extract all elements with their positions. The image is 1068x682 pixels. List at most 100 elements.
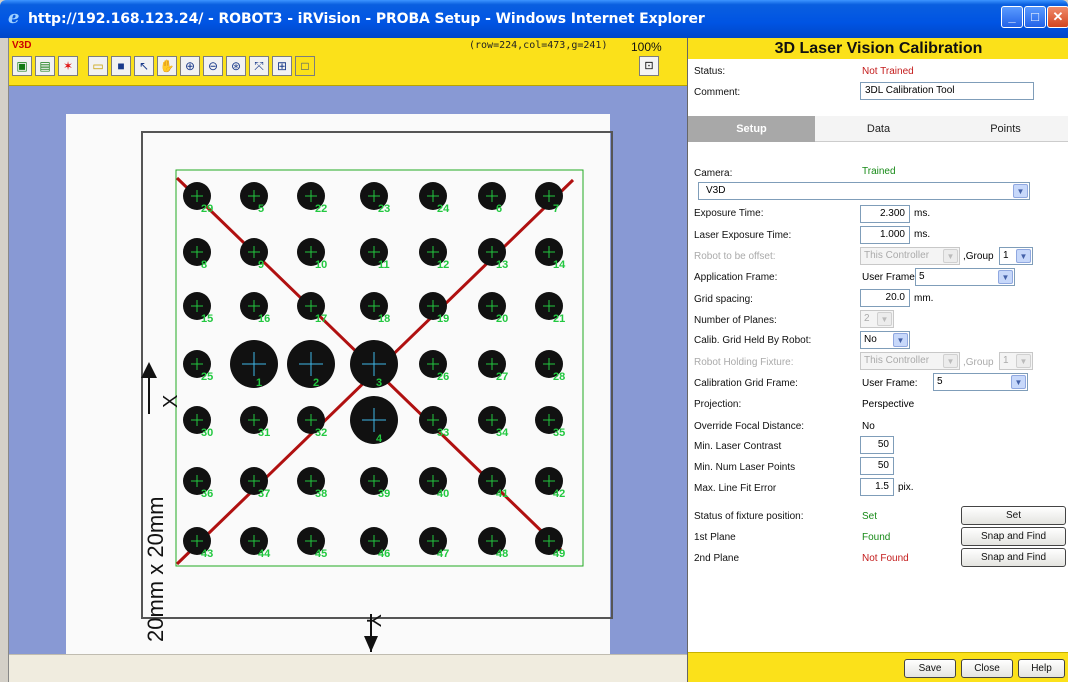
close-window-button[interactable]: ✕ — [1047, 6, 1068, 28]
image-canvas[interactable]: 29 5 22 23 24 6 7 8 9 10 11 12 13 14 15 16 17 18 19 20 21 25 1… — [9, 86, 687, 654]
dot-number: 44 — [258, 548, 271, 560]
dot-number: 46 — [378, 548, 390, 560]
fit-window-icon[interactable]: ⊡ — [639, 56, 659, 76]
viewer-status-bar — [9, 654, 687, 682]
blank-icon[interactable]: □ — [295, 56, 315, 76]
minimize-button[interactable]: _ — [1001, 6, 1023, 28]
chevron-down-icon: ▼ — [877, 312, 892, 326]
plane1-status: Found — [862, 532, 891, 543]
dot-number: 6 — [496, 203, 502, 215]
dot-number: 1 — [256, 377, 262, 389]
pointer-icon[interactable]: ↖ — [134, 56, 154, 76]
help-button[interactable]: Help — [1018, 659, 1065, 678]
snap-live-icon[interactable]: ▤ — [35, 56, 55, 76]
dot-number: 7 — [553, 203, 559, 215]
panel-title: 3D Laser Vision Calibration — [688, 38, 1068, 59]
camera-select[interactable]: V3D ▼ — [698, 182, 1030, 200]
grid-spacing-label: Grid spacing: — [694, 294, 753, 305]
laser-icon[interactable]: ✶ — [58, 56, 78, 76]
cal-grid-frame-value: 5 — [937, 376, 943, 387]
title-bar: e http://192.168.123.24/ - ROBOT3 - iRVi… — [0, 0, 1068, 38]
tab-setup[interactable]: Setup — [688, 116, 815, 142]
group-value: 1 — [1003, 250, 1009, 261]
camera-select-value: V3D — [706, 185, 726, 196]
snap-find-plane1-button[interactable]: Snap and Find — [961, 527, 1066, 546]
chevron-down-icon: ▼ — [1016, 249, 1031, 263]
viewer-toolbar-area: V3D (row=224,col=473,g=241) 100% ▣ ▤ ✶ ▭… — [9, 38, 687, 86]
robot-offset-value: This Controller — [864, 250, 930, 261]
pan-hand-icon[interactable]: ✋ — [157, 56, 177, 76]
min-points-input[interactable]: 50 — [860, 457, 894, 475]
grid-size-label: 20mm x 20mm — [143, 497, 168, 642]
dot-number: 42 — [553, 488, 565, 500]
dot-number: 18 — [378, 313, 390, 325]
dot-number: 43 — [201, 548, 213, 560]
save-button[interactable]: Save — [904, 659, 956, 678]
dot-number: 28 — [553, 371, 565, 383]
close-button[interactable]: Close — [961, 659, 1013, 678]
min-contrast-label: Min. Laser Contrast — [694, 441, 782, 452]
snap-icon[interactable]: ▣ — [12, 56, 32, 76]
chevron-down-icon: ▼ — [943, 249, 958, 263]
holding-group-label: ,Group — [963, 357, 994, 368]
min-contrast-input[interactable]: 50 — [860, 436, 894, 454]
app-frame-value: 5 — [919, 271, 925, 282]
zoom-out-icon[interactable]: ⊖ — [203, 56, 223, 76]
num-planes-select: 2 ▼ — [860, 310, 894, 328]
dot-number: 8 — [201, 259, 207, 271]
app-frame-select[interactable]: 5 ▼ — [915, 268, 1015, 286]
holding-fixture-value: This Controller — [864, 355, 930, 366]
fixture-status-label: Status of fixture position: — [694, 511, 804, 522]
zoom-fit-icon[interactable]: ⊛ — [226, 56, 246, 76]
camera-label: Camera: — [694, 168, 733, 179]
comment-input[interactable]: 3DL Calibration Tool — [860, 82, 1034, 100]
panel-footer: Save Close Help — [688, 652, 1068, 682]
dot-number: 23 — [378, 203, 390, 215]
zoom-in-icon[interactable]: ⊕ — [180, 56, 200, 76]
dot-number: 40 — [437, 488, 449, 500]
snap-find-plane2-button[interactable]: Snap and Find — [961, 548, 1066, 567]
dot-number: 3 — [376, 377, 382, 389]
open-folder-icon[interactable]: ▭ — [88, 56, 108, 76]
tab-points[interactable]: Points — [942, 116, 1068, 142]
exposure-label: Exposure Time: — [694, 208, 764, 219]
set-fixture-button[interactable]: Set — [961, 506, 1066, 525]
dot-number: 27 — [496, 371, 508, 383]
maximize-button[interactable]: □ — [1024, 6, 1046, 28]
holding-group-value: 1 — [1003, 355, 1009, 366]
dot-number: 49 — [553, 548, 565, 560]
plane2-status: Not Found — [862, 553, 909, 564]
zoom-box-icon[interactable]: ⤧ — [249, 56, 269, 76]
laser-exposure-label: Laser Exposure Time: — [694, 230, 792, 241]
override-focal-value: No — [862, 421, 875, 432]
exposure-input[interactable]: 2.300 — [860, 205, 910, 223]
robot-offset-label: Robot to be offset: — [694, 251, 776, 262]
tab-bar: Setup Data Points — [688, 116, 1068, 142]
max-fit-input[interactable]: 1.5 — [860, 478, 894, 496]
dot-number: 19 — [437, 313, 449, 325]
window-title: http://192.168.123.24/ - ROBOT3 - iRVisi… — [28, 11, 705, 27]
dot-number: 39 — [378, 488, 390, 500]
group-select[interactable]: 1 ▼ — [999, 247, 1033, 265]
dot-number: 13 — [496, 259, 508, 271]
comment-label: Comment: — [694, 87, 741, 98]
cal-grid-frame-select[interactable]: 5 ▼ — [933, 373, 1028, 391]
holding-fixture-select: This Controller ▼ — [860, 352, 960, 370]
dot-number: 41 — [496, 488, 508, 500]
plane2-label: 2nd Plane — [694, 553, 740, 564]
tab-data[interactable]: Data — [815, 116, 942, 142]
laser-exposure-input[interactable]: 1.000 — [860, 226, 910, 244]
grid-spacing-input[interactable]: 20.0 — [860, 289, 910, 307]
held-by-robot-label: Calib. Grid Held By Robot: — [694, 335, 812, 346]
dot-number: 48 — [496, 548, 508, 560]
chevron-down-icon: ▼ — [1013, 184, 1028, 198]
image-viewer: V3D (row=224,col=473,g=241) 100% ▣ ▤ ✶ ▭… — [8, 38, 687, 682]
dot-number: 9 — [258, 259, 264, 271]
robot-offset-select: This Controller ▼ — [860, 247, 960, 265]
held-by-robot-select[interactable]: No ▼ — [860, 331, 910, 349]
grid-icon[interactable]: ⊞ — [272, 56, 292, 76]
dot-number: 4 — [376, 433, 383, 445]
status-value: Not Trained — [862, 66, 914, 77]
group-label: ,Group — [963, 251, 994, 262]
save-icon[interactable]: ■ — [111, 56, 131, 76]
